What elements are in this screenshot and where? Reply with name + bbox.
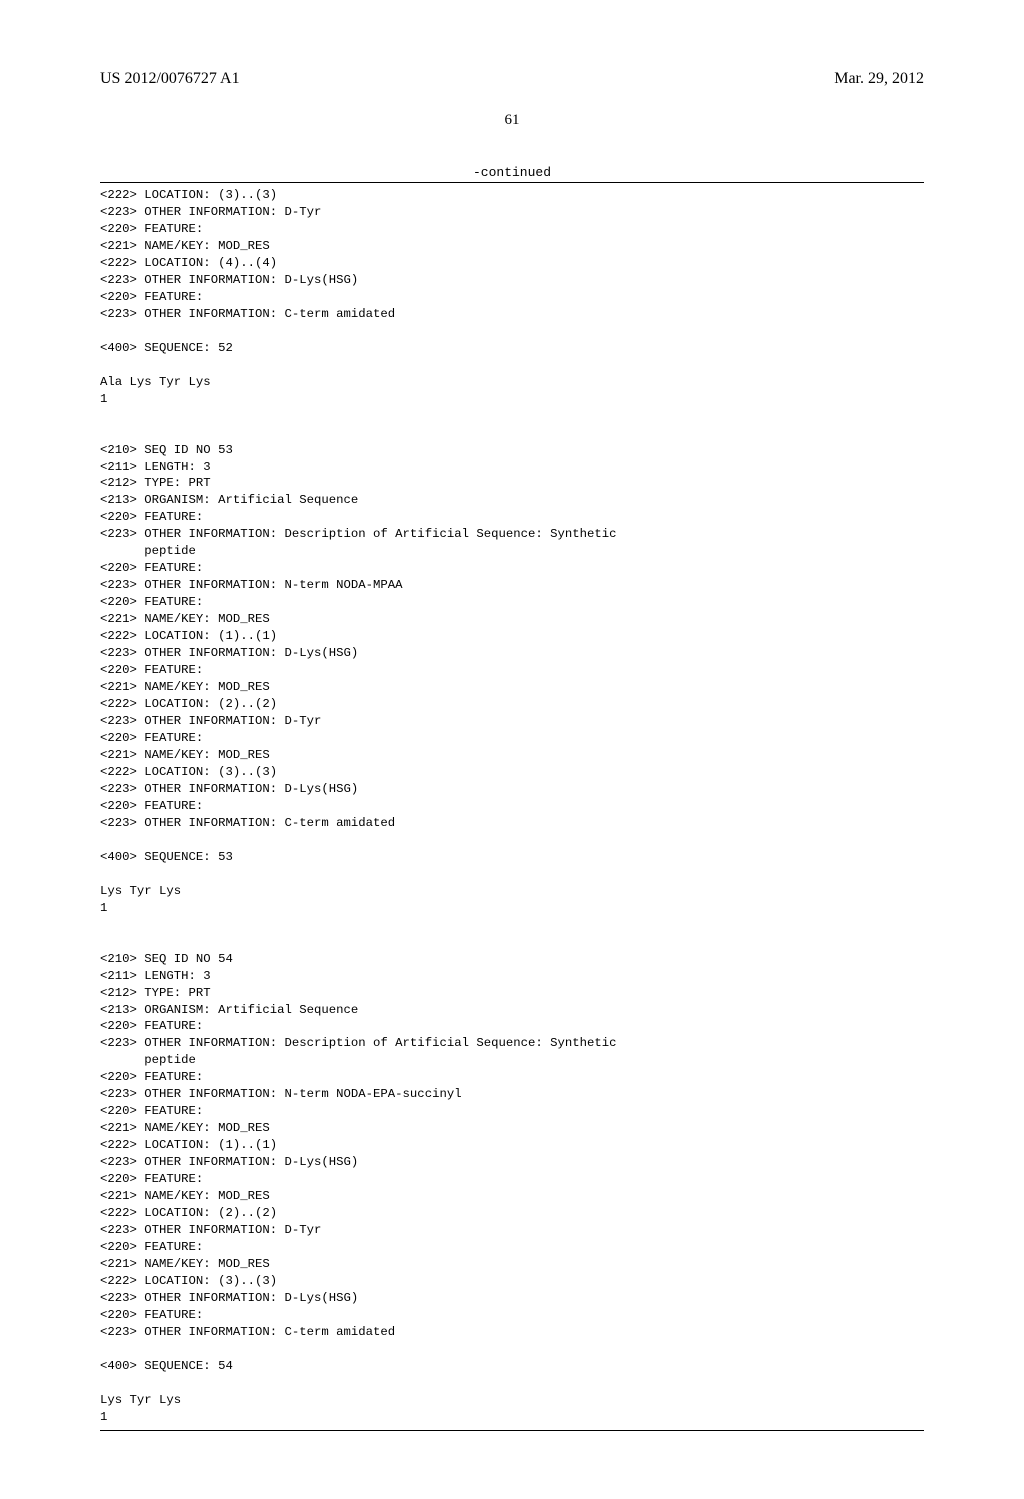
page-header: US 2012/0076727 A1 Mar. 29, 2012 <box>100 70 924 88</box>
page-number: 61 <box>100 112 924 129</box>
bottom-rule <box>100 1430 924 1431</box>
publication-date: Mar. 29, 2012 <box>834 70 924 88</box>
continued-label: -continued <box>100 165 924 180</box>
publication-number: US 2012/0076727 A1 <box>100 70 240 88</box>
sequence-listing-body: <222> LOCATION: (3)..(3) <223> OTHER INF… <box>100 187 924 1426</box>
patent-page: US 2012/0076727 A1 Mar. 29, 2012 61 -con… <box>0 0 1024 1499</box>
top-rule <box>100 182 924 183</box>
